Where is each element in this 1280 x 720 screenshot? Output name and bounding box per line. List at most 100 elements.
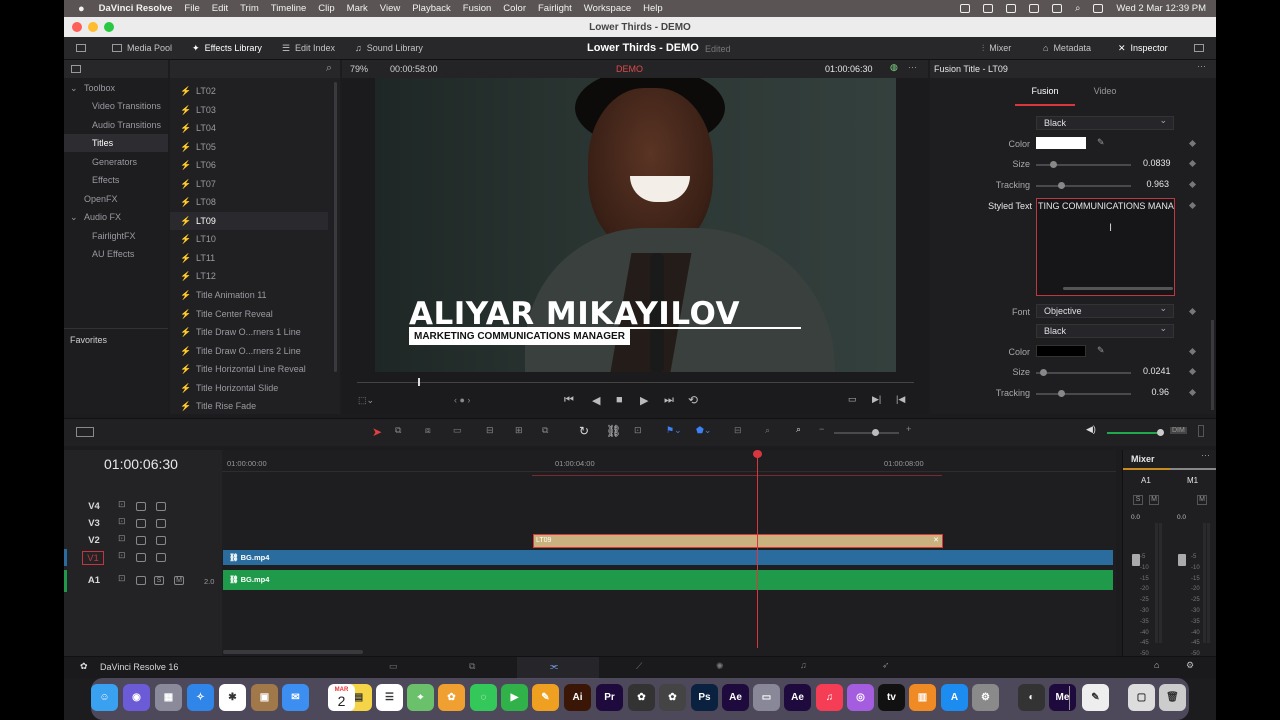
size-slider-2[interactable] bbox=[1036, 369, 1131, 376]
keyframe-icon[interactable] bbox=[1188, 159, 1197, 168]
effects-list-item[interactable]: ⚡ LT09 bbox=[170, 212, 328, 230]
sidebar-item-fairlightfx[interactable]: FairlightFX bbox=[64, 227, 168, 245]
replace-clip-icon[interactable]: ⧉ bbox=[542, 425, 548, 436]
skip-to-start-icon[interactable]: ⏮ bbox=[564, 394, 574, 407]
track-enable-icon[interactable] bbox=[156, 553, 166, 562]
eyedropper-icon[interactable]: ✎ bbox=[1097, 137, 1105, 148]
effects-list-item[interactable]: ⚡ LT08 bbox=[170, 193, 328, 211]
video-clip-bg[interactable]: ⛓ BG.mp4 bbox=[223, 550, 1113, 565]
tab-fusion[interactable]: Fusion bbox=[1015, 82, 1075, 106]
edit-index-button[interactable]: ☰ Edit Index bbox=[272, 37, 345, 60]
overwrite-clip-icon[interactable]: ⊞ bbox=[515, 425, 523, 436]
effects-library-button[interactable]: ✦ Effects Library bbox=[182, 37, 272, 60]
search-icon[interactable]: ⌕ bbox=[326, 62, 332, 75]
dim-button[interactable]: DIM bbox=[1170, 427, 1187, 434]
menu-playback[interactable]: Playback bbox=[412, 3, 451, 14]
media-pool-button[interactable]: Media Pool bbox=[102, 37, 182, 60]
size-value-2[interactable]: 0.0241 bbox=[1138, 365, 1174, 379]
menu-edit[interactable]: Edit bbox=[212, 3, 228, 14]
solo-button[interactable]: S bbox=[1133, 495, 1143, 505]
viewer-scrubber[interactable] bbox=[357, 382, 914, 383]
styled-text-input[interactable]: TING COMMUNICATIONS MANAGER I bbox=[1036, 198, 1175, 296]
more-options-icon[interactable]: ⋯ bbox=[1201, 450, 1210, 461]
mixer-button[interactable]: ⫶ Mixer bbox=[972, 37, 1021, 60]
slider-knob[interactable] bbox=[872, 429, 879, 436]
crop-icon[interactable]: ⬚⌄ bbox=[358, 395, 374, 406]
mail-app-icon[interactable]: ✉ bbox=[282, 684, 309, 711]
effects-list-item[interactable]: ⚡ Title Horizontal Line Reveal bbox=[170, 360, 328, 378]
selection-tool-icon[interactable]: ➤ bbox=[372, 425, 382, 439]
viewer-zoom[interactable]: 79% bbox=[350, 64, 368, 74]
menu-help[interactable]: Help bbox=[643, 3, 663, 14]
slack-app-icon[interactable]: ✱ bbox=[219, 684, 246, 711]
sidebar-item-video-transitions[interactable]: Video Transitions bbox=[64, 97, 168, 115]
sidebar-item-audio-transitions[interactable]: Audio Transitions bbox=[64, 116, 168, 134]
meter-icon[interactable] bbox=[1198, 425, 1204, 437]
mute-button[interactable]: M bbox=[1197, 495, 1207, 505]
effects-list-item[interactable]: ⚡ LT12 bbox=[170, 267, 328, 285]
timeline-zoom-slider[interactable] bbox=[834, 429, 899, 436]
m1-fader[interactable] bbox=[1178, 554, 1186, 566]
menu-workspace[interactable]: Workspace bbox=[584, 3, 631, 14]
metadata-button[interactable]: ⌂ Metadata bbox=[1033, 37, 1101, 60]
menu-file[interactable]: File bbox=[184, 3, 199, 14]
slider-knob[interactable] bbox=[1050, 161, 1057, 168]
timeline-name-demo[interactable]: DEMO bbox=[616, 64, 643, 74]
home-icon[interactable]: ⌂ bbox=[1154, 660, 1159, 670]
mark-in-icon[interactable]: ▶| bbox=[872, 394, 881, 405]
track-enable-icon[interactable] bbox=[156, 519, 166, 528]
sidebar-toolbox[interactable]: ⌄ Toolbox bbox=[64, 79, 168, 97]
audio-clip-bg[interactable]: ⛓ BG.mp4 bbox=[223, 570, 1113, 590]
menu-fairlight[interactable]: Fairlight bbox=[538, 3, 572, 14]
skip-to-end-icon[interactable]: ⏭ bbox=[664, 394, 674, 407]
font-dropdown[interactable]: Objective bbox=[1036, 302, 1174, 318]
premiere-app-icon[interactable]: Pr bbox=[596, 684, 623, 711]
keyframe-icon[interactable] bbox=[1188, 307, 1197, 316]
inspector-scrollbar[interactable] bbox=[1211, 320, 1214, 410]
effects-list-item[interactable]: ⚡ Title Horizontal Slide bbox=[170, 379, 328, 397]
zoom-in-icon[interactable]: + bbox=[906, 424, 911, 434]
zoom-full-icon[interactable]: ⊟ bbox=[734, 425, 742, 436]
music-app-icon[interactable]: ♫ bbox=[816, 684, 843, 711]
jog-wheel-icon[interactable]: ‹ ● › bbox=[454, 395, 470, 405]
zoom-detail-icon[interactable]: ⌕ bbox=[765, 425, 770, 436]
loop-icon[interactable]: ⟲ bbox=[688, 393, 698, 407]
sound-library-button[interactable]: ♫ Sound Library bbox=[345, 37, 433, 60]
effects-list-item[interactable]: ⚡ LT04 bbox=[170, 119, 328, 137]
lock-icon[interactable]: ⊡ bbox=[118, 533, 128, 543]
maps-app-icon[interactable]: ⌖ bbox=[407, 684, 434, 711]
menu-mark[interactable]: Mark bbox=[347, 3, 368, 14]
auto-select-icon[interactable] bbox=[136, 502, 146, 511]
textedit-app-icon[interactable]: ✎ bbox=[1082, 684, 1109, 711]
sidebar-toggle-icon[interactable] bbox=[71, 65, 81, 73]
track-label[interactable]: V1 bbox=[82, 551, 104, 565]
a1-fader[interactable] bbox=[1132, 554, 1140, 566]
safari-app-icon[interactable]: ✧ bbox=[187, 684, 214, 711]
trash-app-icon[interactable]: 🗑 bbox=[1159, 684, 1186, 711]
keyframe-icon[interactable] bbox=[1188, 139, 1197, 148]
effects-list-item[interactable]: ⚡ Title Rise Fade bbox=[170, 397, 328, 415]
lock-icon[interactable]: ⊡ bbox=[118, 573, 128, 583]
effects-list-item[interactable]: ⚡ LT11 bbox=[170, 249, 328, 267]
keyframe-icon[interactable] bbox=[1188, 367, 1197, 376]
media-encoder-me-app-icon[interactable]: Me bbox=[1049, 684, 1076, 711]
display-app-icon[interactable]: ▭ bbox=[753, 684, 780, 711]
timeline-playhead[interactable] bbox=[757, 450, 758, 648]
title-clip-lt09[interactable]: LT09 ✕ bbox=[533, 534, 943, 548]
color-swatch-white[interactable] bbox=[1036, 137, 1086, 149]
solo-button[interactable]: S bbox=[154, 576, 164, 585]
illustrator-app-icon[interactable]: Ai bbox=[564, 684, 591, 711]
sidebar-item-effects[interactable]: Effects bbox=[64, 171, 168, 189]
books-app-icon[interactable]: ▥ bbox=[909, 684, 936, 711]
sidebar-favorites[interactable]: Favorites bbox=[64, 331, 168, 349]
timeline-scrollbar[interactable] bbox=[223, 650, 363, 654]
size-value[interactable]: 0.0839 bbox=[1138, 157, 1174, 171]
font-style-dropdown[interactable]: Black bbox=[1036, 114, 1174, 130]
color-page-icon[interactable]: ✺ bbox=[716, 661, 724, 672]
effects-list-item[interactable]: ⚡ Title Center Reveal bbox=[170, 305, 328, 323]
quicktime-app-icon[interactable]: ◐ bbox=[1018, 684, 1045, 711]
auto-select-icon[interactable] bbox=[136, 576, 146, 585]
tab-video[interactable]: Video bbox=[1075, 82, 1135, 106]
media-encoder-app-icon[interactable]: Ae bbox=[784, 684, 811, 711]
color-swatch-black[interactable] bbox=[1036, 345, 1086, 357]
